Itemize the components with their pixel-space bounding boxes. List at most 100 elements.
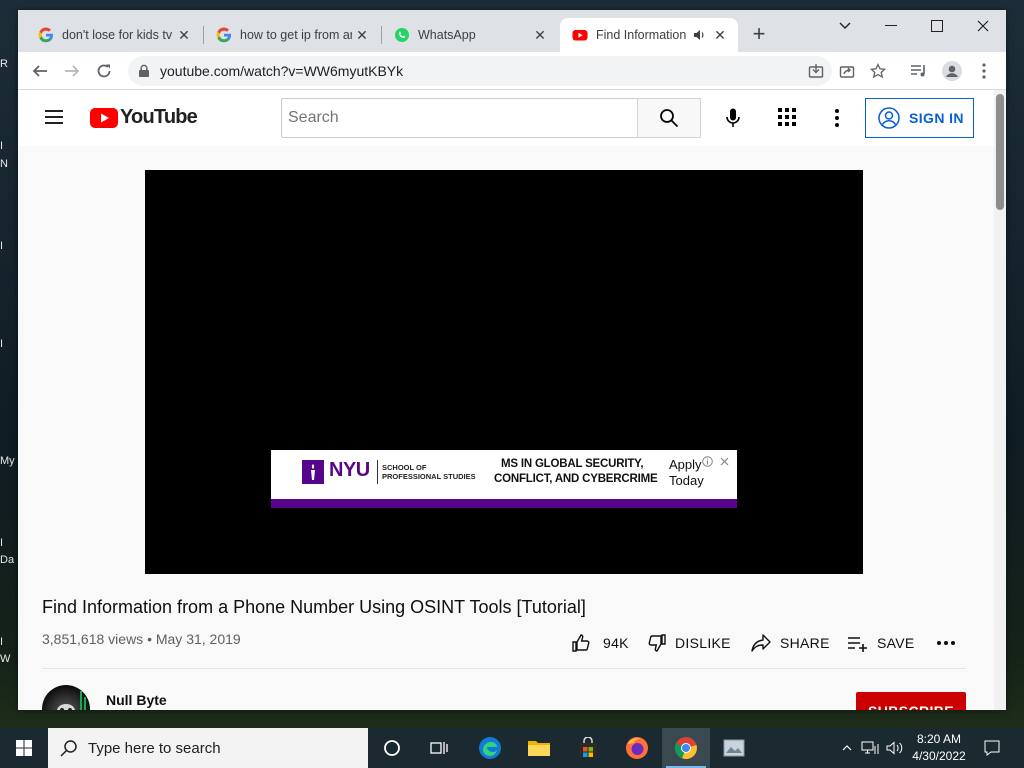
ad-headline: CONFLICT, AND CYBERCRIME (494, 473, 658, 485)
ad-accent-bar (271, 499, 737, 508)
ad-info-icon[interactable] (702, 456, 713, 467)
close-tab-icon[interactable]: ✕ (530, 25, 550, 45)
lock-icon[interactable] (138, 64, 150, 78)
new-tab-plus-icon[interactable]: + (748, 23, 770, 46)
sign-in-button[interactable]: SIGN IN (865, 98, 974, 138)
ad-school-line: PROFESSIONAL STUDIES (382, 472, 476, 481)
desktop-icon-label[interactable]: W (0, 653, 18, 665)
voice-search-button[interactable] (713, 98, 753, 138)
ad-brand: NYU (329, 459, 370, 481)
browser-tab[interactable]: don't lose for kids tv ✕ (26, 18, 202, 52)
desktop-icon-label[interactable]: I (0, 636, 18, 648)
ad-cta[interactable]: Today (669, 473, 704, 488)
whatsapp-icon (395, 28, 409, 42)
chrome-menu-icon[interactable] (973, 60, 995, 82)
desktop-icon-label[interactable]: N (0, 158, 18, 170)
desktop-icon-label[interactable]: I (0, 537, 18, 549)
show-hidden-icons-chevron-icon[interactable] (838, 728, 856, 768)
share-button[interactable]: SHARE (750, 632, 830, 654)
close-window-icon[interactable] (960, 10, 1006, 42)
search-button[interactable] (637, 98, 701, 138)
bookmark-star-icon[interactable] (870, 63, 886, 79)
youtube-page: YouTube Search SIGN IN NYU SCHOOL OF PRO… (18, 90, 994, 710)
more-actions-icon[interactable] (937, 641, 955, 645)
notification-center-icon[interactable] (978, 728, 1006, 768)
sign-in-label: SIGN IN (909, 110, 964, 126)
cortana-button[interactable] (368, 728, 416, 768)
channel-avatar[interactable] (42, 685, 90, 710)
browser-tab-active[interactable]: Find Information ✕ (560, 18, 738, 52)
desktop-icon-label[interactable]: Da (0, 554, 18, 566)
start-button[interactable] (0, 728, 48, 768)
taskbar-edge[interactable] (466, 728, 514, 768)
channel-name[interactable]: Null Byte (106, 692, 167, 708)
back-icon[interactable] (25, 56, 55, 86)
share-page-icon[interactable] (839, 63, 855, 79)
volume-icon[interactable] (884, 728, 906, 768)
apps-grid-icon[interactable] (778, 108, 796, 131)
edge-browser-icon (479, 737, 501, 759)
minimize-icon[interactable] (868, 10, 914, 42)
overlay-ad-banner[interactable]: NYU SCHOOL OF PROFESSIONAL STUDIES MS IN… (271, 450, 737, 508)
forward-icon[interactable] (57, 56, 87, 86)
search-input[interactable]: Search (281, 98, 638, 138)
desktop-icon-label[interactable]: I (0, 240, 18, 252)
reload-icon[interactable] (89, 56, 119, 86)
browser-tab[interactable]: how to get ip from an ✕ (204, 18, 380, 52)
taskbar-firefox[interactable] (613, 728, 661, 768)
taskbar-search-placeholder: Type here to search (88, 739, 221, 757)
video-player[interactable]: NYU SCHOOL OF PROFESSIONAL STUDIES MS IN… (145, 170, 863, 574)
taskbar-chrome-active[interactable] (662, 728, 710, 768)
desktop-icon-label[interactable]: I (0, 140, 18, 152)
like-button[interactable]: 94K (571, 632, 629, 654)
maximize-icon[interactable] (914, 10, 960, 42)
windows-logo-icon (16, 740, 32, 756)
taskbar-store[interactable] (564, 728, 612, 768)
close-tab-icon[interactable]: ✕ (710, 25, 730, 45)
audio-playing-icon[interactable] (692, 28, 706, 42)
desktop-icon-label[interactable]: I (0, 338, 18, 350)
taskbar-file-explorer[interactable] (515, 728, 563, 768)
media-controls-icon[interactable] (908, 60, 930, 82)
scrollbar-thumb[interactable] (996, 94, 1004, 210)
share-arrow-icon (751, 634, 771, 652)
nyu-torch-logo (302, 460, 324, 484)
like-count: 94K (603, 635, 629, 651)
divider (42, 668, 966, 669)
system-clock[interactable]: 8:20 AM 4/30/2022 (904, 731, 974, 765)
ad-cta[interactable]: Apply (669, 457, 702, 472)
thumbs-up-icon (572, 634, 590, 652)
chrome-window: don't lose for kids tv ✕ how to get ip f… (18, 10, 1006, 710)
search-icon (660, 109, 679, 128)
page-scrollbar[interactable] (994, 90, 1006, 710)
tab-search-chevron-icon[interactable] (822, 10, 868, 42)
subscribe-button[interactable]: SUBSCRIBE (856, 692, 966, 710)
taskbar-app[interactable] (711, 728, 759, 768)
task-view-button[interactable] (416, 728, 464, 768)
taskbar-search-box[interactable]: Type here to search (48, 728, 368, 768)
thumbs-down-icon (648, 634, 666, 652)
address-bar[interactable]: youtube.com/watch?v=WW6myutKBYk (128, 56, 886, 86)
share-label: SHARE (780, 635, 830, 651)
save-button[interactable]: SAVE (847, 632, 915, 654)
hamburger-menu-icon[interactable] (45, 110, 63, 124)
youtube-logo-text: YouTube (120, 106, 198, 128)
account-circle-icon (878, 107, 900, 129)
firefox-icon (626, 737, 648, 759)
install-app-icon[interactable] (808, 63, 824, 79)
youtube-play-logo-icon (90, 107, 118, 128)
network-icon[interactable] (858, 728, 882, 768)
close-tab-icon[interactable]: ✕ (352, 25, 372, 45)
settings-more-icon[interactable] (835, 109, 839, 132)
close-tab-icon[interactable]: ✕ (174, 25, 194, 45)
browser-tab[interactable]: WhatsApp ✕ (382, 18, 558, 52)
desktop-icon-label[interactable]: R (0, 58, 18, 70)
youtube-icon (572, 30, 588, 41)
dislike-button[interactable]: DISLIKE (647, 632, 731, 654)
youtube-logo[interactable]: YouTube (90, 106, 198, 129)
profile-avatar-icon[interactable] (941, 60, 963, 82)
store-bag-icon (579, 737, 597, 758)
desktop-icon-label[interactable]: My (0, 455, 18, 467)
clock-date: 4/30/2022 (912, 749, 966, 763)
ad-close-icon[interactable] (720, 457, 729, 466)
